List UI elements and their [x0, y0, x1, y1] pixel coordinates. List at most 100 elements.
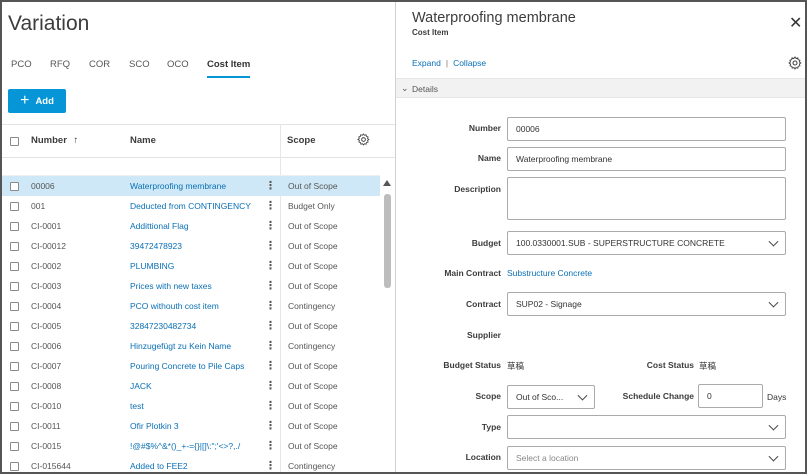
row-name-link[interactable]: 39472478923 [130, 241, 270, 251]
row-checkbox[interactable] [10, 382, 19, 391]
table-row[interactable]: 001 Deducted from CONTINGENCY ⋮ Budget O… [2, 196, 380, 216]
row-name-link[interactable]: Hinzugefügt zu Kein Name [130, 341, 270, 351]
number-field[interactable]: 00006 [507, 117, 786, 141]
row-more-icon[interactable]: ⋮ [265, 259, 276, 272]
table-row[interactable]: CI-0002 PLUMBING ⋮ Out of Scope [2, 256, 380, 276]
table-row[interactable]: CI-00012 39472478923 ⋮ Out of Scope [2, 236, 380, 256]
schedule-change-label: Schedule Change [622, 391, 694, 401]
row-name-link[interactable]: Ofir Plotkin 3 [130, 421, 270, 431]
row-checkbox[interactable] [10, 422, 19, 431]
row-checkbox[interactable] [10, 282, 19, 291]
row-checkbox[interactable] [10, 222, 19, 231]
row-name-link[interactable]: Prices with new taxes [130, 281, 270, 291]
expand-collapse-links: Expand | Collapse [412, 58, 486, 68]
row-checkbox[interactable] [10, 342, 19, 351]
row-number: 001 [31, 201, 46, 211]
row-checkbox[interactable] [10, 462, 19, 471]
table-row[interactable]: CI-0007 Pouring Concrete to Pile Caps ⋮ … [2, 356, 380, 376]
expand-link[interactable]: Expand [412, 58, 441, 68]
row-checkbox[interactable] [10, 302, 19, 311]
select-all-checkbox[interactable] [10, 137, 19, 146]
type-select[interactable] [507, 415, 786, 439]
schedule-change-field[interactable]: 0 [698, 384, 763, 408]
row-more-icon[interactable]: ⋮ [265, 199, 276, 212]
column-header-scope[interactable]: Scope [287, 135, 316, 146]
scroll-up-arrow-icon[interactable] [383, 180, 391, 186]
row-scope: Out of Scope [288, 261, 338, 271]
description-field[interactable] [507, 177, 786, 220]
column-header-name[interactable]: Name [130, 135, 156, 146]
row-more-icon[interactable]: ⋮ [265, 319, 276, 332]
row-more-icon[interactable]: ⋮ [265, 219, 276, 232]
add-button[interactable]: + Add [8, 89, 66, 113]
panel-settings-gear-icon[interactable] [788, 56, 802, 73]
table-row[interactable]: CI-0001 Addittional Flag ⋮ Out of Scope [2, 216, 380, 236]
tab-pco[interactable]: PCO [11, 58, 32, 78]
scope-select[interactable]: Out of Sco... [507, 385, 595, 409]
row-more-icon[interactable]: ⋮ [265, 359, 276, 372]
row-name-link[interactable]: Addittional Flag [130, 221, 270, 231]
table-row[interactable]: CI-0005 32847230482734 ⋮ Out of Scope [2, 316, 380, 336]
row-more-icon[interactable]: ⋮ [265, 439, 276, 452]
location-select[interactable]: Select a location [507, 446, 786, 470]
row-checkbox[interactable] [10, 182, 19, 191]
row-checkbox[interactable] [10, 442, 19, 451]
location-label: Location [465, 452, 501, 462]
row-more-icon[interactable]: ⋮ [265, 379, 276, 392]
table-row[interactable]: CI-0008 JACK ⋮ Out of Scope [2, 376, 380, 396]
column-header-number[interactable]: Number ↑ [31, 135, 78, 146]
row-number: CI-0008 [31, 381, 62, 391]
detail-subtitle: Cost Item [412, 28, 449, 37]
table-row[interactable]: 00006 Waterproofing membrane ⋮ Out of Sc… [2, 176, 380, 196]
table-row[interactable]: CI-0004 PCO withouth cost item ⋮ Conting… [2, 296, 380, 316]
column-settings-gear-icon[interactable] [357, 133, 370, 149]
name-field[interactable]: Waterproofing membrane [507, 147, 786, 171]
collapse-link[interactable]: Collapse [453, 58, 486, 68]
budget-select[interactable]: 100.0330001.SUB - SUPERSTRUCTURE CONCRET… [507, 231, 786, 255]
details-section-header[interactable]: ⌄ Details [396, 78, 805, 98]
contract-select[interactable]: SUP02 - Signage [507, 292, 786, 316]
row-more-icon[interactable]: ⋮ [265, 179, 276, 192]
row-name-link[interactable]: test [130, 401, 270, 411]
tab-cor[interactable]: COR [89, 58, 110, 78]
row-number: CI-0006 [31, 341, 62, 351]
row-more-icon[interactable]: ⋮ [265, 399, 276, 412]
close-icon[interactable]: ✕ [789, 16, 802, 32]
chevron-down-icon [577, 390, 588, 401]
main-contract-link[interactable]: Substructure Concrete [507, 268, 592, 278]
row-scope: Contingency [288, 341, 336, 351]
row-checkbox[interactable] [10, 402, 19, 411]
tab-rfq[interactable]: RFQ [50, 58, 70, 78]
row-name-link[interactable]: 32847230482734 [130, 321, 270, 331]
row-name-link[interactable]: Added to FEE2 [130, 461, 270, 471]
row-name-link[interactable]: Pouring Concrete to Pile Caps [130, 361, 270, 371]
table-row[interactable]: CI-0003 Prices with new taxes ⋮ Out of S… [2, 276, 380, 296]
row-name-link[interactable]: PCO withouth cost item [130, 301, 270, 311]
row-name-link[interactable]: Deducted from CONTINGENCY [130, 201, 270, 211]
tab-cost-item[interactable]: Cost Item [207, 58, 251, 78]
table-row[interactable]: CI-0011 Ofir Plotkin 3 ⋮ Out of Scope [2, 416, 380, 436]
row-more-icon[interactable]: ⋮ [265, 459, 276, 472]
row-checkbox[interactable] [10, 362, 19, 371]
row-name-link[interactable]: Waterproofing membrane [130, 181, 270, 191]
row-more-icon[interactable]: ⋮ [265, 299, 276, 312]
table-row[interactable]: CI-015644 Added to FEE2 ⋮ Contingency [2, 456, 380, 472]
row-checkbox[interactable] [10, 242, 19, 251]
row-name-link[interactable]: PLUMBING [130, 261, 270, 271]
table-row[interactable]: CI-0006 Hinzugefügt zu Kein Name ⋮ Conti… [2, 336, 380, 356]
row-checkbox[interactable] [10, 262, 19, 271]
row-name-link[interactable]: JACK [130, 381, 270, 391]
tab-sco[interactable]: SCO [129, 58, 150, 78]
row-checkbox[interactable] [10, 202, 19, 211]
row-name-link[interactable]: !@#$%^&*()_+-={}|[]\:";'<>?,./ [130, 441, 270, 451]
table-row[interactable]: CI-0015 !@#$%^&*()_+-={}|[]\:";'<>?,./ ⋮… [2, 436, 380, 456]
table-row[interactable]: CI-0010 test ⋮ Out of Scope [2, 396, 380, 416]
row-more-icon[interactable]: ⋮ [265, 419, 276, 432]
table-scrollbar[interactable] [382, 180, 392, 472]
row-more-icon[interactable]: ⋮ [265, 239, 276, 252]
row-more-icon[interactable]: ⋮ [265, 339, 276, 352]
tab-oco[interactable]: OCO [167, 58, 189, 78]
scrollbar-thumb[interactable] [384, 194, 391, 288]
row-more-icon[interactable]: ⋮ [265, 279, 276, 292]
row-checkbox[interactable] [10, 322, 19, 331]
